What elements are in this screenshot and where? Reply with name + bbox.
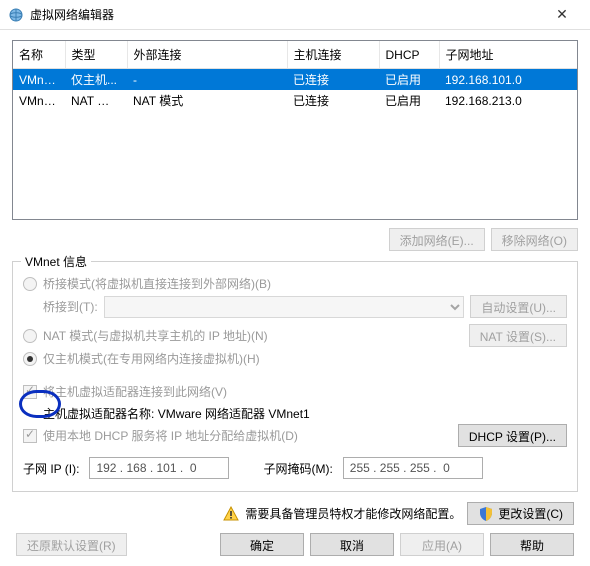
col-type[interactable]: 类型 xyxy=(65,41,127,69)
checkbox-icon xyxy=(23,429,37,443)
subnet-mask-label: 子网掩码(M): xyxy=(263,460,332,477)
table-row[interactable]: VMnet8 NAT 模式 NAT 模式 已连接 已启用 192.168.213… xyxy=(13,90,577,111)
admin-note: 需要具备管理员特权才能修改网络配置。 xyxy=(245,505,461,522)
help-button[interactable]: 帮助 xyxy=(490,533,574,556)
subnet-mask-input xyxy=(343,457,483,479)
dhcp-settings-button[interactable]: DHCP 设置(P)... xyxy=(458,424,567,447)
col-name[interactable]: 名称 xyxy=(13,41,65,69)
nat-settings-button: NAT 设置(S)... xyxy=(469,324,567,347)
app-icon xyxy=(8,7,24,23)
add-network-button: 添加网络(E)... xyxy=(389,228,485,251)
subnet-ip-label: 子网 IP (I): xyxy=(23,460,79,477)
auto-settings-button: 自动设置(U)... xyxy=(470,295,567,318)
table-row[interactable]: VMnet1 仅主机... - 已连接 已启用 192.168.101.0 xyxy=(13,69,577,91)
window-title: 虚拟网络编辑器 xyxy=(30,6,542,23)
shield-icon xyxy=(478,506,494,522)
warning-icon xyxy=(223,506,239,522)
apply-button: 应用(A) xyxy=(400,533,484,556)
adapter-name-label: 主机虚拟适配器名称: xyxy=(43,407,154,421)
radio-hostonly: 仅主机模式(在专用网络内连接虚拟机)(H) xyxy=(23,347,567,370)
checkbox-icon xyxy=(23,385,37,399)
radio-nat: NAT 模式(与虚拟机共享主机的 IP 地址)(N) xyxy=(23,324,463,347)
radio-icon xyxy=(23,352,37,366)
col-ext[interactable]: 外部连接 xyxy=(127,41,287,69)
radio-icon xyxy=(23,277,37,291)
col-host[interactable]: 主机连接 xyxy=(287,41,379,69)
adapter-name-value: VMware 网络适配器 VMnet1 xyxy=(158,407,310,421)
remove-network-button: 移除网络(O) xyxy=(491,228,578,251)
radio-bridge: 桥接模式(将虚拟机直接连接到外部网络)(B) xyxy=(23,272,567,295)
group-title: VMnet 信息 xyxy=(21,253,91,270)
bridge-to-label: 桥接到(T): xyxy=(43,298,98,315)
check-connect-adapter: 将主机虚拟适配器连接到此网络(V) xyxy=(23,380,567,403)
cancel-button[interactable]: 取消 xyxy=(310,533,394,556)
ok-button[interactable]: 确定 xyxy=(220,533,304,556)
col-subnet[interactable]: 子网地址 xyxy=(439,41,577,69)
col-dhcp[interactable]: DHCP xyxy=(379,41,439,69)
check-use-dhcp: 使用本地 DHCP 服务将 IP 地址分配给虚拟机(D) xyxy=(23,424,452,447)
bridge-to-select xyxy=(104,296,465,318)
network-table[interactable]: 名称 类型 外部连接 主机连接 DHCP 子网地址 VMnet1 仅主机... … xyxy=(12,40,578,220)
subnet-ip-input xyxy=(89,457,229,479)
close-icon[interactable]: ✕ xyxy=(542,6,582,23)
restore-defaults-button: 还原默认设置(R) xyxy=(16,533,127,556)
vmnet-info-group: VMnet 信息 桥接模式(将虚拟机直接连接到外部网络)(B) 桥接到(T): … xyxy=(12,261,578,492)
radio-icon xyxy=(23,329,37,343)
change-settings-button[interactable]: 更改设置(C) xyxy=(467,502,574,525)
